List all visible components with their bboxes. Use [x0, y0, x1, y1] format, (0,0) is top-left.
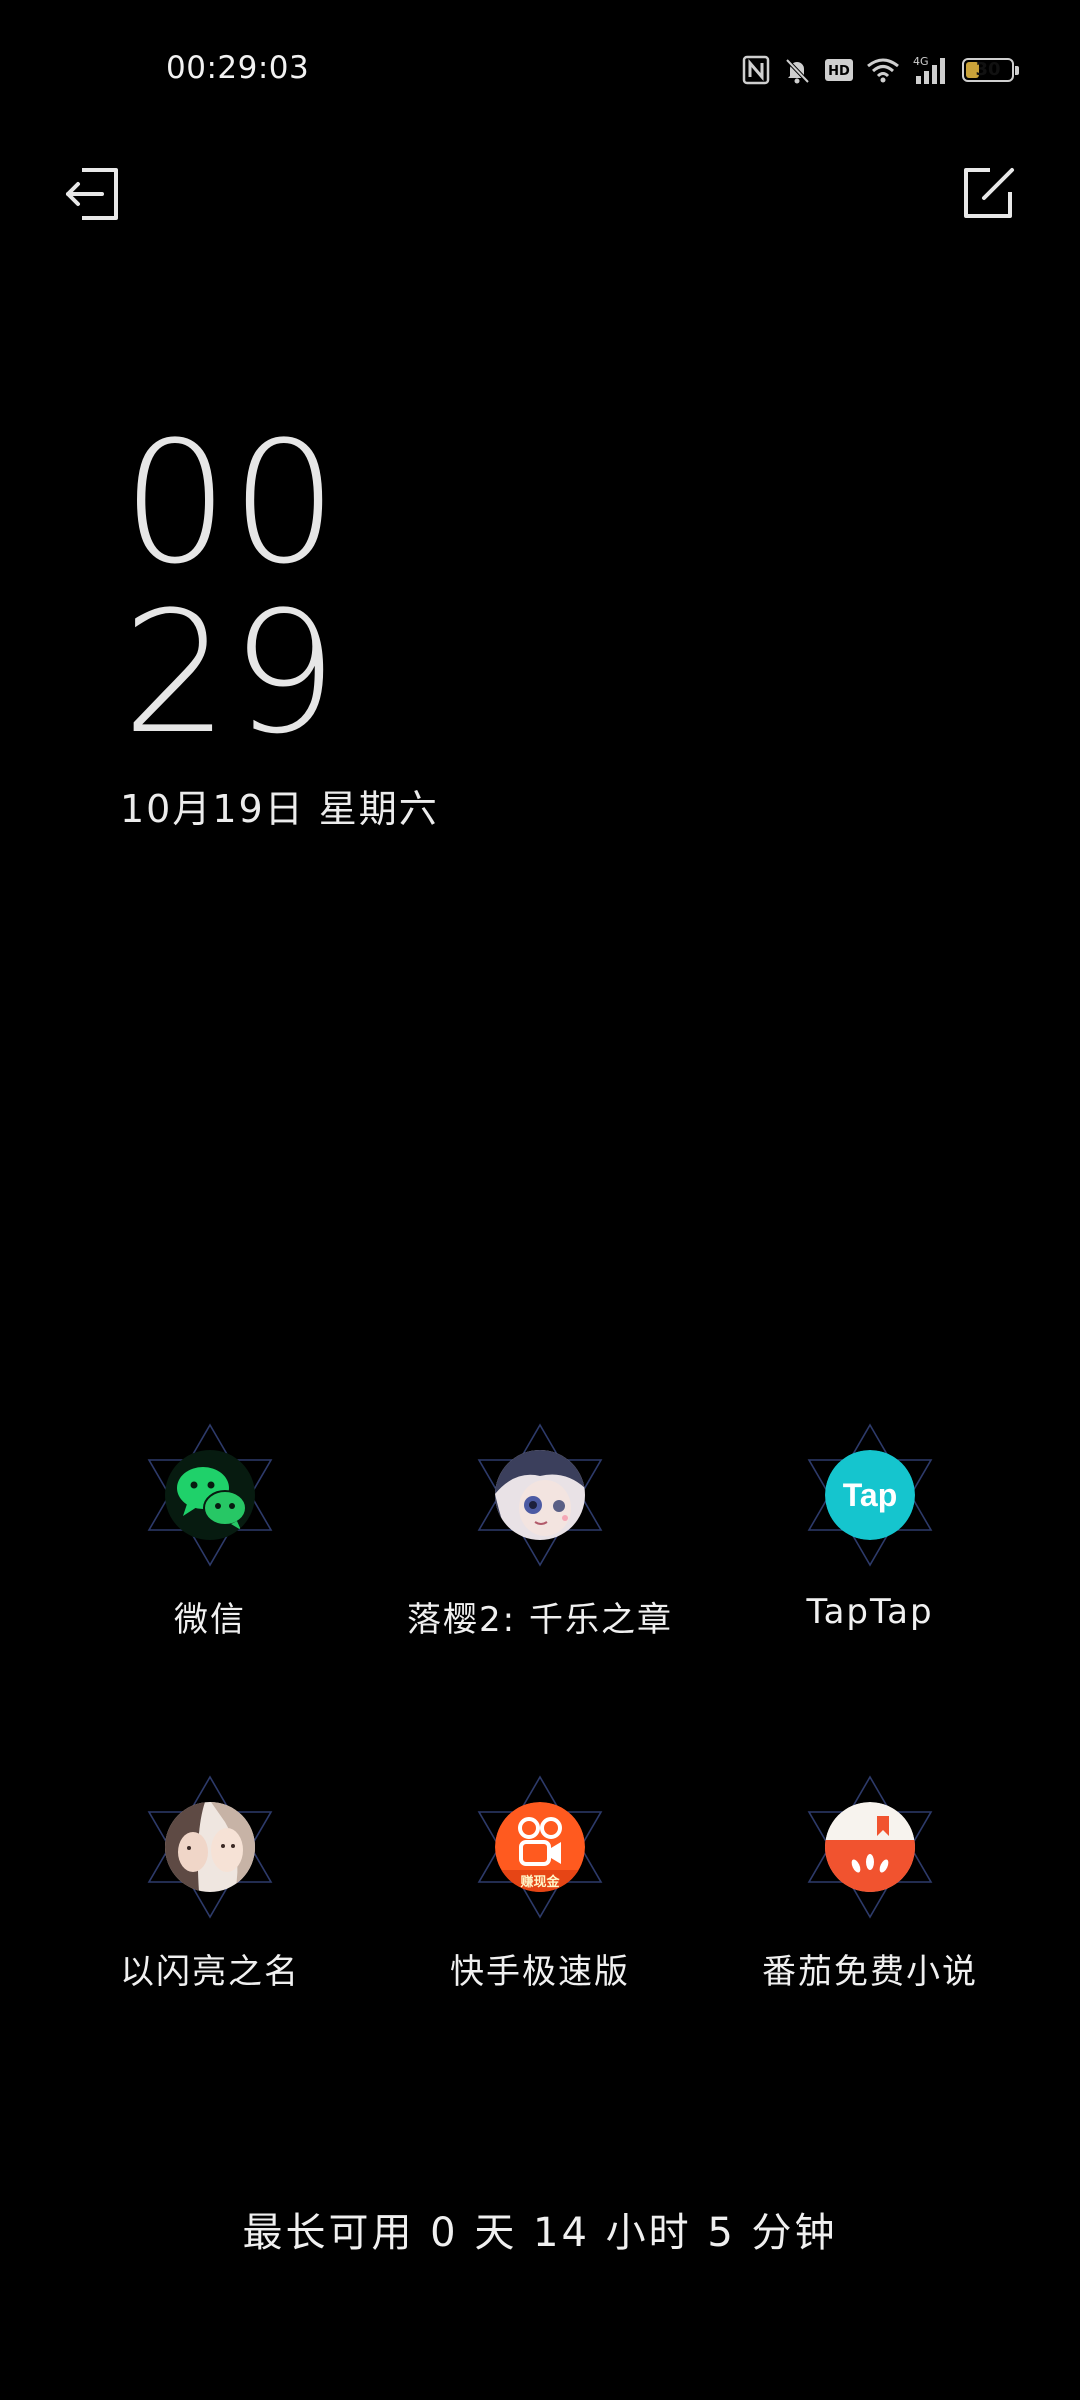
- app-fanqie[interactable]: 番茄免费小说: [710, 1772, 1030, 1993]
- app-label: 微信: [174, 1600, 246, 1640]
- bell-off-icon: [782, 55, 812, 85]
- app-label: 番茄免费小说: [762, 1952, 978, 1992]
- taptap-icon-text: Tap: [843, 1477, 898, 1513]
- app-kuaishou[interactable]: 赚现金 快手极速版: [380, 1772, 700, 1993]
- signal-4g-icon: 4G: [912, 54, 950, 86]
- battery-icon: 30: [962, 58, 1019, 82]
- app-icon-frame: [135, 1420, 285, 1570]
- battery-percent: 30: [975, 59, 1001, 80]
- nfc-icon: [742, 55, 770, 85]
- hd-label: HD: [828, 64, 850, 79]
- app-label: TapTap: [806, 1592, 934, 1632]
- app-icon-frame: [795, 1772, 945, 1922]
- app-wechat[interactable]: 微信: [50, 1420, 370, 1641]
- status-icons: HD 4G 30: [742, 50, 1019, 90]
- wechat-icon: [165, 1450, 255, 1540]
- network-label: 4G: [913, 55, 929, 68]
- app-icon-frame: [465, 1420, 615, 1570]
- app-yishanliang[interactable]: 以闪亮之名: [50, 1772, 370, 1993]
- taptap-icon: Tap: [825, 1450, 915, 1540]
- app-icon-frame: Tap: [795, 1420, 945, 1570]
- clock: 00 29: [122, 418, 340, 758]
- edit-icon: [964, 168, 1014, 218]
- app-icon-frame: 赚现金: [465, 1772, 615, 1922]
- kuaishou-icon: 赚现金: [495, 1802, 585, 1892]
- luoying-icon: [495, 1450, 585, 1540]
- app-label: 以闪亮之名: [120, 1952, 300, 1992]
- exit-icon: [66, 168, 118, 220]
- clock-hours: 00: [122, 405, 340, 601]
- kuaishou-icon-text: 赚现金: [519, 1874, 560, 1890]
- status-time: 00:29:03: [166, 50, 310, 86]
- hd-icon: HD: [824, 58, 854, 82]
- date: 10月19日 星期六: [120, 787, 439, 831]
- remaining-time-text: 最长可用 0 天 14 小时 5 分钟: [242, 2210, 838, 2256]
- wifi-icon: [866, 56, 900, 84]
- app-taptap[interactable]: Tap TapTap: [710, 1420, 1030, 1632]
- fanqie-icon: [825, 1802, 915, 1892]
- yishanliang-icon: [165, 1802, 255, 1892]
- exit-button[interactable]: [60, 162, 124, 226]
- app-label: 落樱2: 千乐之章: [407, 1600, 673, 1640]
- app-label: 快手极速版: [450, 1952, 630, 1992]
- clock-minutes: 29: [122, 575, 340, 771]
- edit-button[interactable]: [956, 162, 1020, 226]
- app-luoying[interactable]: 落樱2: 千乐之章: [380, 1420, 700, 1641]
- app-icon-frame: [135, 1772, 285, 1922]
